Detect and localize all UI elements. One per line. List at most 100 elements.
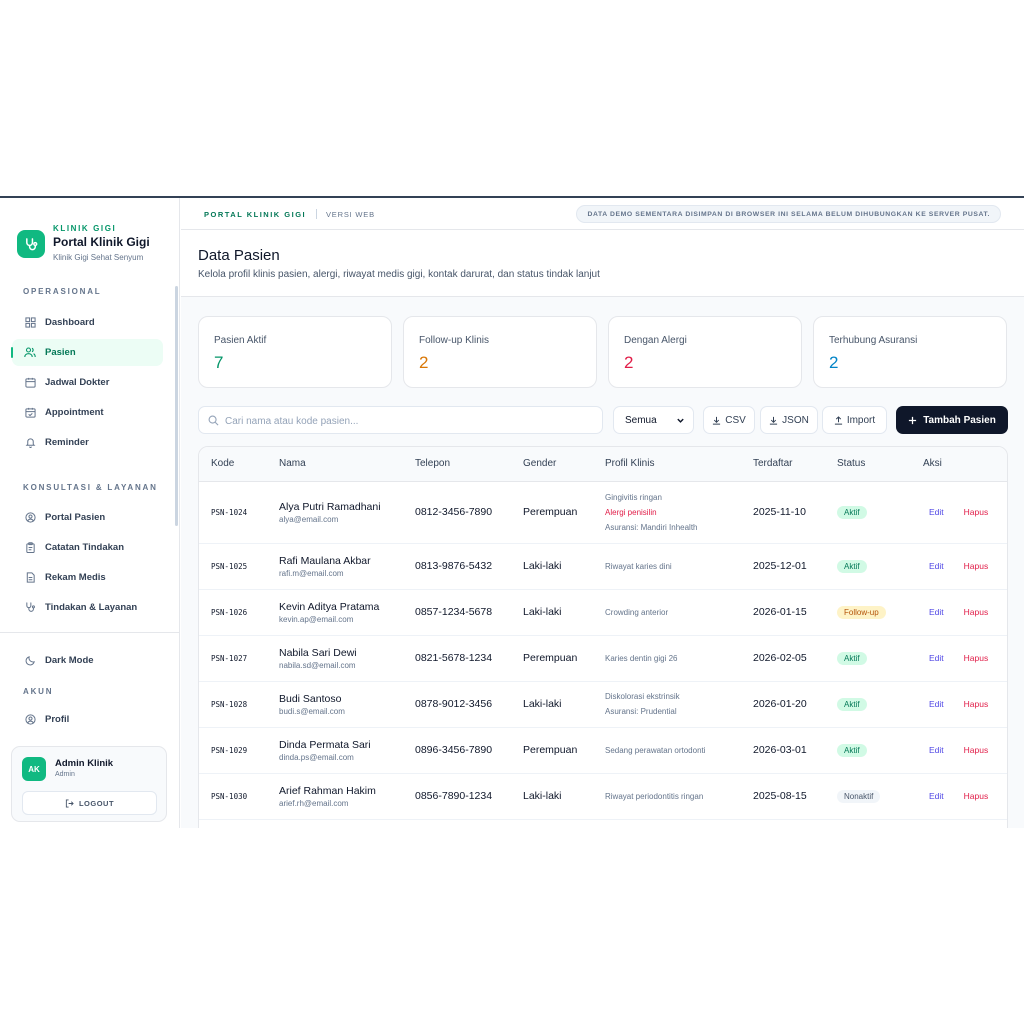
section-label-akun: AKUN [23,687,54,696]
patient-phone: 0813-9876-5432 [403,543,511,590]
patient-name: Budi Santoso [279,692,342,705]
column-header-profil-klinis[interactable]: Profil Klinis [593,447,741,482]
table-header-row: Kode Nama Telepon Gender Profil Klinis T… [199,447,1007,482]
sidebar-item-reminder[interactable]: Reminder [12,429,163,456]
sidebar-item-label: Reminder [45,437,89,448]
edit-link[interactable]: Edit [929,653,944,663]
delete-link[interactable]: Hapus [964,745,989,755]
edit-link[interactable]: Edit [929,699,944,709]
sidebar-item-profil[interactable]: Profil [12,706,163,733]
file-text-icon [24,572,36,584]
edit-link[interactable]: Edit [929,745,944,755]
table-row: PSN-1029 Dinda Permata Sari dinda.ps@emai… [199,727,1007,774]
calendar-check-icon [24,407,36,419]
status-filter-value: Semua [625,414,657,426]
column-header-terdaftar[interactable]: Terdaftar [741,447,825,482]
search-box [198,406,603,434]
export-json-button[interactable]: JSON [760,406,818,434]
clinical-note: Riwayat periodontitis ringan [605,791,704,801]
sidebar-scrollbar[interactable] [175,286,178,526]
import-button[interactable]: Import [822,406,887,434]
export-csv-button[interactable]: CSV [703,406,755,434]
search-input[interactable] [225,412,595,430]
delete-link[interactable]: Hapus [964,791,989,801]
dark-mode-toggle[interactable]: Dark Mode [12,647,163,674]
delete-link[interactable]: Hapus [964,561,989,571]
patient-email: kevin.ap@email.com [279,614,354,624]
registered-date: 2026-02-05 [741,635,825,682]
stethoscope-icon [17,230,45,258]
column-header-aksi: Aksi [911,447,1007,482]
brand[interactable]: KLINIK GIGI Portal Klinik Gigi Klinik Gi… [17,224,150,262]
status-badge: Nonaktif [837,789,881,803]
page-title: Data Pasien [198,247,280,264]
download-icon [769,416,778,425]
edit-link[interactable]: Edit [929,791,944,801]
calendar-icon [24,377,36,389]
bell-icon [24,437,36,449]
delete-link[interactable]: Hapus [964,653,989,663]
sidebar-item-pasien[interactable]: Pasien [11,339,163,366]
status-badge: Aktif [837,743,867,757]
column-header-kode[interactable]: Kode [199,447,267,482]
status-badge: Aktif [837,559,867,573]
patient-email: alya@email.com [279,514,339,524]
patient-code: PSN-1024 [211,508,248,517]
user-role: Admin [55,771,75,778]
sidebar-item-label: Catatan Tindakan [45,542,125,553]
status-badge: Aktif [837,697,867,711]
patient-email: arief.rh@email.com [279,798,349,808]
column-header-telepon[interactable]: Telepon [403,447,511,482]
patient-code: PSN-1025 [211,562,248,571]
column-header-status[interactable]: Status [825,447,911,482]
patient-name: Nabila Sari Dewi [279,646,357,659]
allergy-note: Alergi penisilin [605,507,657,517]
edit-link[interactable]: Edit [929,507,944,517]
users-icon [24,347,36,359]
status-filter-select[interactable]: Semua [613,406,694,434]
csv-label: CSV [725,414,746,426]
table-row: PSN-1030 Arief Rahman Hakim arief.rh@emai… [199,773,1007,820]
main-content: PORTAL KLINIK GIGI VERSI WEB DATA DEMO S… [181,198,1024,828]
sidebar-item-label: Profil [45,714,70,725]
patient-email: dinda.ps@email.com [279,752,354,762]
column-header-nama[interactable]: Nama [267,447,403,482]
search-icon [208,415,219,426]
delete-link[interactable]: Hapus [964,607,989,617]
brand-title: Portal Klinik Gigi [53,235,150,249]
page-header: Data Pasien Kelola profil klinis pasien,… [181,230,1024,297]
add-patient-button[interactable]: Tambah Pasien [896,406,1008,434]
sidebar-item-portal-pasien[interactable]: Portal Pasien [12,504,163,531]
patient-phone: 0878-9012-3456 [403,681,511,728]
edit-link[interactable]: Edit [929,561,944,571]
sidebar-item-appointment[interactable]: Appointment [12,399,163,426]
logout-button[interactable]: LOGOUT [22,791,157,815]
user-card: AK Admin Klinik Admin LOGOUT [11,746,167,822]
sidebar-item-jadwal-dokter[interactable]: Jadwal Dokter [12,369,163,396]
table-row: PSN-1027 Nabila Sari Dewi nabila.sd@email… [199,635,1007,682]
patient-phone: 0812-3456-7890 [403,481,511,544]
sidebar-item-tindakan-layanan[interactable]: Tindakan & Layanan [12,594,163,621]
delete-link[interactable]: Hapus [964,699,989,709]
patient-gender: Perempuan [511,635,593,682]
stethoscope-icon [24,602,36,614]
patient-name: Kevin Aditya Pratama [279,600,380,613]
patient-table-card: Kode Nama Telepon Gender Profil Klinis T… [198,446,1008,828]
sidebar-item-label: Dark Mode [45,655,94,666]
sidebar-item-rekam-medis[interactable]: Rekam Medis [12,564,163,591]
clinical-note: Diskolorasi ekstrinsik [605,692,680,701]
sidebar: KLINIK GIGI Portal Klinik Gigi Klinik Gi… [0,198,180,828]
stat-card-follow-up: Follow-up Klinis 2 [403,316,597,388]
section-label-konsultasi: KONSULTASI & LAYANAN [23,483,158,492]
sidebar-item-catatan-tindakan[interactable]: Catatan Tindakan [12,534,163,561]
clinical-note: Riwayat karies dini [605,561,672,571]
patient-code: PSN-1027 [211,654,248,663]
patient-phone: 0821-5678-1234 [403,635,511,682]
sidebar-item-label: Jadwal Dokter [45,377,110,388]
delete-link[interactable]: Hapus [964,507,989,517]
column-header-gender[interactable]: Gender [511,447,593,482]
sidebar-item-dashboard[interactable]: Dashboard [12,309,163,336]
registered-date: 2025-11-10 [741,481,825,544]
chevron-down-icon [676,416,685,425]
edit-link[interactable]: Edit [929,607,944,617]
